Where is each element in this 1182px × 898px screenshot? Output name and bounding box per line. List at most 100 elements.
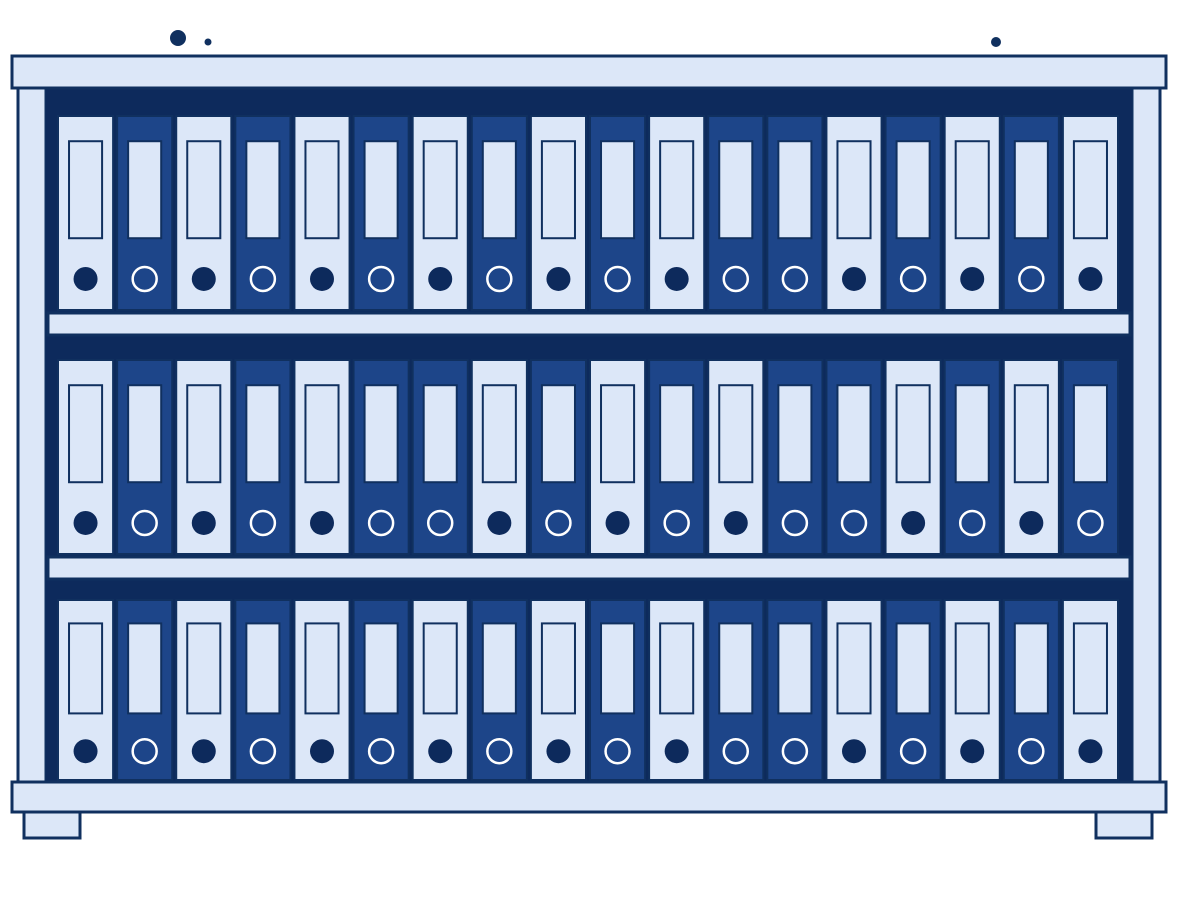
binder-ring: [958, 509, 986, 537]
binder-label: [600, 140, 636, 240]
binder-top-17: [1002, 115, 1060, 311]
binder-ring: [428, 266, 453, 291]
binder-bottom-4: [234, 599, 292, 781]
binder-bottom-17: [1002, 599, 1060, 781]
binder-ring: [1019, 510, 1044, 535]
binder-label: [1013, 384, 1049, 484]
binder-top-8: [470, 115, 528, 311]
binder-ring: [722, 265, 750, 293]
binder-label: [422, 140, 458, 240]
binder-label: [245, 140, 281, 240]
binder-middle-14: [825, 359, 883, 555]
binder-middle-15: [884, 359, 942, 555]
binder-ring: [664, 266, 689, 291]
binder-label: [659, 384, 695, 484]
binder-middle-12: [707, 359, 765, 555]
binder-label: [540, 140, 576, 240]
binder-label: [777, 622, 813, 715]
binder-label: [718, 622, 754, 715]
binder-ring: [310, 266, 334, 291]
binder-middle-5: [293, 359, 351, 555]
binder-top-18: [1061, 115, 1120, 311]
binder-label: [245, 622, 281, 715]
binder-label: [1013, 622, 1049, 715]
cabinet-side-left: [16, 84, 48, 788]
binder-label: [1013, 140, 1049, 240]
binder-top-1: [57, 115, 115, 311]
binder-ring: [367, 509, 395, 537]
binder-ring: [723, 510, 748, 535]
binder-ring: [781, 265, 809, 293]
binder-ring: [1018, 737, 1045, 765]
binder-label: [1072, 140, 1108, 240]
binder-ring: [367, 737, 395, 765]
binder-ring: [901, 510, 926, 535]
binder-ring: [486, 265, 513, 293]
binder-middle-4: [234, 359, 292, 555]
binder-ring: [1077, 509, 1104, 537]
binder-label: [363, 140, 399, 240]
binder-ring: [842, 266, 866, 291]
decor-dot-small: [204, 38, 212, 46]
binder-ring: [663, 509, 690, 537]
cabinet-top: [10, 54, 1168, 90]
binder-top-15: [884, 115, 942, 311]
binder-label: [422, 384, 458, 484]
binder-label: [127, 384, 163, 484]
binder-label: [186, 622, 222, 715]
binder-label: [718, 140, 754, 240]
binder-ring: [310, 739, 334, 764]
binder-label: [954, 140, 990, 240]
binder-bottom-14: [825, 599, 883, 781]
binder-bottom-10: [589, 599, 647, 781]
binder-ring: [131, 737, 158, 765]
binder-label: [540, 622, 576, 715]
binder-label: [600, 384, 636, 484]
binder-ring: [604, 265, 631, 293]
binder-label: [127, 140, 163, 240]
binder-label: [481, 140, 517, 240]
binder-bottom-15: [884, 599, 942, 781]
binder-top-9: [529, 115, 588, 311]
decor-dot-large: [170, 30, 186, 46]
binder-label: [836, 622, 872, 715]
binder-label: [422, 622, 458, 715]
binder-bottom-5: [293, 599, 351, 781]
binder-bottom-12: [707, 599, 765, 781]
binder-ring: [191, 266, 216, 291]
binder-ring: [486, 737, 513, 765]
binder-label: [245, 384, 281, 484]
binder-ring: [73, 510, 98, 535]
binder-ring: [781, 737, 809, 765]
binder-label: [895, 140, 931, 240]
binder-top-14: [825, 115, 883, 311]
binder-middle-13: [766, 359, 824, 555]
binder-middle-1: [57, 359, 115, 555]
binder-ring: [1018, 265, 1045, 293]
binder-ring: [899, 265, 927, 293]
binder-top-2: [116, 115, 174, 311]
binder-label: [718, 384, 754, 484]
binder-ring: [605, 510, 630, 535]
binder-label: [659, 622, 695, 715]
binder-label: [540, 384, 576, 484]
binder-label: [68, 140, 104, 240]
binder-ring: [546, 266, 571, 291]
binder-top-7: [411, 115, 469, 311]
binder-ring: [899, 737, 927, 765]
binder-middle-3: [175, 359, 233, 555]
binder-label: [481, 384, 517, 484]
binder-ring: [73, 266, 98, 291]
binder-bottom-8: [470, 599, 528, 781]
binder-ring: [722, 737, 750, 765]
binder-label: [836, 140, 872, 240]
binder-top-12: [707, 115, 765, 311]
binder-label: [895, 384, 931, 484]
binder-label: [954, 384, 990, 484]
binder-top-16: [943, 115, 1001, 311]
binder-ring: [664, 739, 689, 764]
binder-middle-9: [529, 359, 588, 555]
binder-top-4: [234, 115, 292, 311]
binder-ring: [428, 739, 453, 764]
binder-label: [68, 622, 104, 715]
